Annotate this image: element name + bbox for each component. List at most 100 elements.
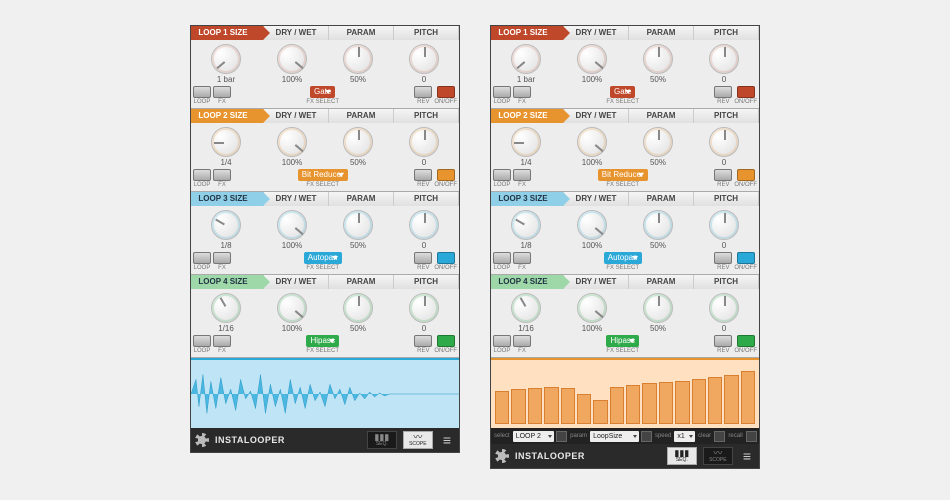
seq-select-dropdown[interactable]: LOOP 2	[513, 431, 554, 442]
loop-2-rev-button[interactable]	[714, 169, 732, 181]
seq-step-1[interactable]	[495, 391, 509, 424]
loop-3-loop-button[interactable]	[193, 252, 211, 264]
seq-tab[interactable]: ▮▮▮SEQ.	[367, 431, 397, 449]
seq-select-stepper[interactable]	[556, 431, 567, 442]
seq-step-14[interactable]	[708, 377, 722, 424]
loop-1-size-knob[interactable]	[211, 44, 241, 74]
menu-icon[interactable]: ≡	[439, 432, 455, 448]
seq-step-2[interactable]	[511, 389, 525, 424]
seq-step-9[interactable]	[626, 385, 640, 424]
loop-4-pitch-knob[interactable]	[709, 293, 739, 323]
loop-3-rev-button[interactable]	[714, 252, 732, 264]
loop-3-param-knob[interactable]	[343, 210, 373, 240]
loop-3-drywet-knob[interactable]	[277, 210, 307, 240]
loop-4-loop-button[interactable]	[493, 335, 511, 347]
scope-tab[interactable]: 〰SCOPE	[403, 431, 433, 449]
loop-1-loop-button[interactable]	[493, 86, 511, 98]
loop-1-fx-button[interactable]	[213, 86, 231, 98]
loop-2-pitch-knob[interactable]	[409, 127, 439, 157]
loop-1-fx-select[interactable]: Gate	[610, 86, 635, 98]
scope-tab[interactable]: 〰SCOPE	[703, 447, 733, 465]
loop-3-size-knob[interactable]	[511, 210, 541, 240]
seq-step-11[interactable]	[659, 382, 673, 424]
loop-2-fx-select[interactable]: Bit Reducer	[598, 169, 648, 181]
loop-2-size-knob[interactable]	[211, 127, 241, 157]
loop-4-param-knob[interactable]	[343, 293, 373, 323]
loop-2-onoff-button[interactable]	[737, 169, 755, 181]
loop-3-param-knob[interactable]	[643, 210, 673, 240]
seq-param-dropdown[interactable]: LoopSize	[590, 431, 639, 442]
sequencer-display[interactable]	[491, 358, 759, 428]
loop-4-rev-button[interactable]	[714, 335, 732, 347]
loop-1-param-knob[interactable]	[343, 44, 373, 74]
loop-3-loop-button[interactable]	[493, 252, 511, 264]
seq-step-7[interactable]	[593, 400, 607, 424]
loop-1-rev-button[interactable]	[714, 86, 732, 98]
loop-2-pitch-knob[interactable]	[709, 127, 739, 157]
loop-1-pitch-knob[interactable]	[409, 44, 439, 74]
loop-2-fx-button[interactable]	[213, 169, 231, 181]
seq-clear-button[interactable]	[714, 431, 725, 442]
loop-1-param-knob[interactable]	[643, 44, 673, 74]
loop-2-loop-button[interactable]	[493, 169, 511, 181]
loop-1-loop-button[interactable]	[193, 86, 211, 98]
loop-1-pitch-knob[interactable]	[709, 44, 739, 74]
loop-4-fx-select[interactable]: Hipass	[306, 335, 338, 347]
loop-3-pitch-knob[interactable]	[409, 210, 439, 240]
loop-2-param-knob[interactable]	[643, 127, 673, 157]
loop-2-loop-button[interactable]	[193, 169, 211, 181]
loop-2-onoff-button[interactable]	[437, 169, 455, 181]
loop-4-rev-button[interactable]	[414, 335, 432, 347]
menu-icon[interactable]: ≡	[739, 448, 755, 464]
loop-3-size-knob[interactable]	[211, 210, 241, 240]
seq-step-15[interactable]	[724, 375, 738, 424]
seq-step-5[interactable]	[561, 388, 575, 424]
loop-2-fx-select[interactable]: Bit Reducer	[298, 169, 348, 181]
loop-4-onoff-button[interactable]	[737, 335, 755, 347]
loop-3-fx-button[interactable]	[513, 252, 531, 264]
loop-4-fx-button[interactable]	[213, 335, 231, 347]
loop-2-drywet-knob[interactable]	[577, 127, 607, 157]
seq-recall-button[interactable]	[746, 431, 757, 442]
loop-4-fx-button[interactable]	[513, 335, 531, 347]
loop-3-onoff-button[interactable]	[737, 252, 755, 264]
loop-4-pitch-knob[interactable]	[409, 293, 439, 323]
loop-2-drywet-knob[interactable]	[277, 127, 307, 157]
loop-1-fx-button[interactable]	[513, 86, 531, 98]
loop-4-drywet-knob[interactable]	[577, 293, 607, 323]
seq-speed-dropdown[interactable]: x1	[674, 431, 695, 442]
seq-tab[interactable]: ▮▮▮SEQ.	[667, 447, 697, 465]
loop-4-loop-button[interactable]	[193, 335, 211, 347]
loop-4-size-knob[interactable]	[511, 293, 541, 323]
loop-1-drywet-knob[interactable]	[277, 44, 307, 74]
seq-step-12[interactable]	[675, 381, 689, 424]
loop-4-onoff-button[interactable]	[437, 335, 455, 347]
loop-1-fx-select[interactable]: Gate	[310, 86, 335, 98]
loop-3-drywet-knob[interactable]	[577, 210, 607, 240]
loop-4-param-knob[interactable]	[643, 293, 673, 323]
seq-step-4[interactable]	[544, 387, 558, 424]
loop-3-fx-select[interactable]: Autopan	[304, 252, 342, 264]
loop-3-fx-select[interactable]: Autopan	[604, 252, 642, 264]
loop-2-param-knob[interactable]	[343, 127, 373, 157]
loop-4-size-knob[interactable]	[211, 293, 241, 323]
seq-step-10[interactable]	[642, 383, 656, 424]
loop-2-rev-button[interactable]	[414, 169, 432, 181]
loop-3-onoff-button[interactable]	[437, 252, 455, 264]
seq-step-13[interactable]	[692, 379, 706, 424]
loop-3-rev-button[interactable]	[414, 252, 432, 264]
loop-1-size-knob[interactable]	[511, 44, 541, 74]
loop-4-fx-select[interactable]: Hipass	[606, 335, 638, 347]
loop-4-drywet-knob[interactable]	[277, 293, 307, 323]
seq-step-16[interactable]	[741, 371, 755, 424]
loop-3-pitch-knob[interactable]	[709, 210, 739, 240]
loop-1-drywet-knob[interactable]	[577, 44, 607, 74]
loop-1-onoff-button[interactable]	[437, 86, 455, 98]
loop-3-fx-button[interactable]	[213, 252, 231, 264]
loop-1-rev-button[interactable]	[414, 86, 432, 98]
loop-2-size-knob[interactable]	[511, 127, 541, 157]
seq-param-stepper[interactable]	[641, 431, 652, 442]
seq-step-6[interactable]	[577, 394, 591, 424]
seq-step-3[interactable]	[528, 388, 542, 424]
seq-step-8[interactable]	[610, 387, 624, 424]
